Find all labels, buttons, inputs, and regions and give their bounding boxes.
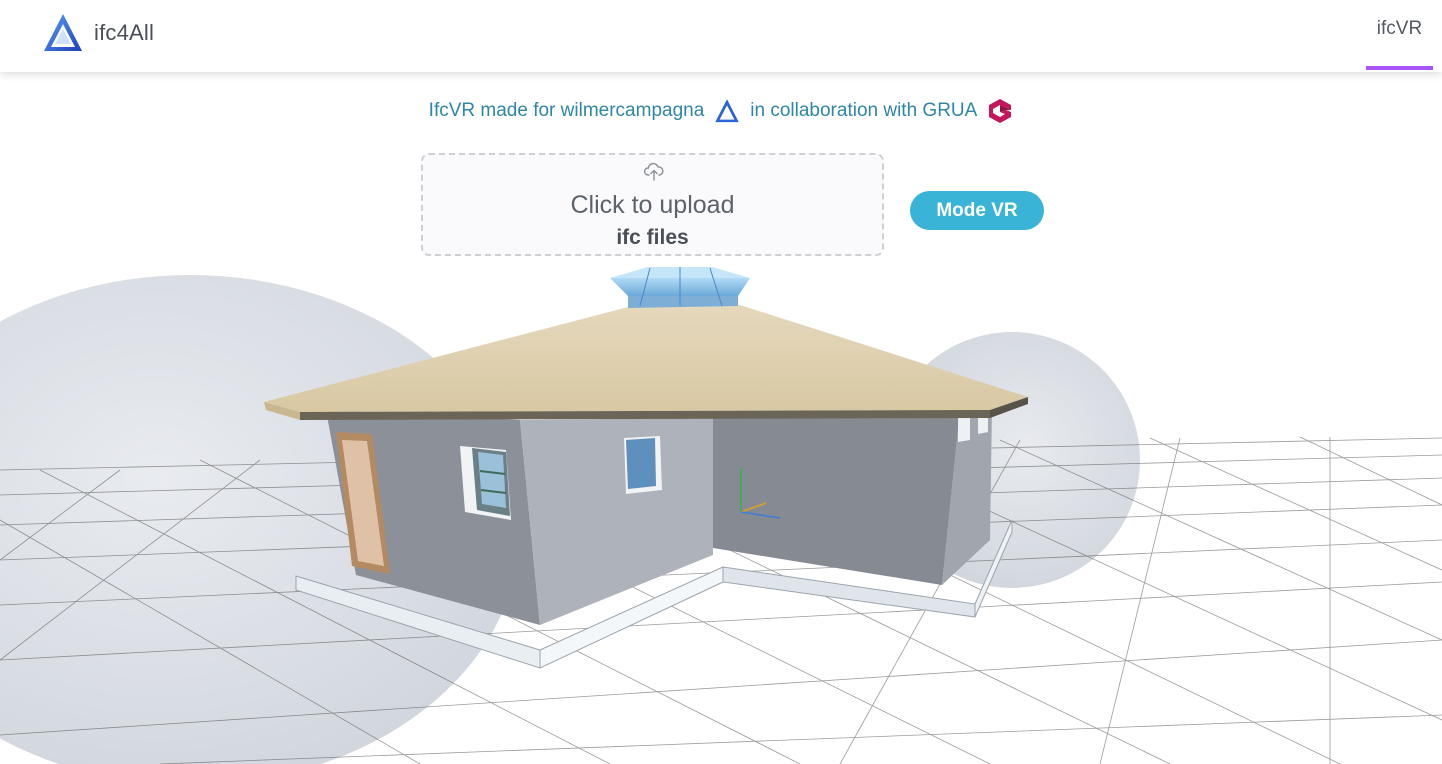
grua-logo-icon[interactable] — [987, 98, 1013, 124]
brand-name: ifc4All — [94, 20, 155, 45]
top-navbar: ifc4All ifcVR — [0, 0, 1442, 72]
upload-subtitle: ifc files — [616, 226, 689, 249]
credits-prefix: IfcVR made for wilmercampagna — [428, 100, 705, 121]
cloud-upload-icon — [644, 162, 664, 181]
credits-line: IfcVR made for wilmercampagna in collabo… — [0, 98, 1442, 124]
window-right — [624, 436, 662, 494]
brand[interactable]: ifc4All — [42, 12, 154, 54]
upload-title: Click to upload — [570, 191, 735, 219]
ifc4all-small-logo-icon[interactable] — [714, 98, 740, 124]
upload-dropzone[interactable]: Click to upload ifc files — [421, 153, 884, 256]
mode-vr-button[interactable]: Mode VR — [910, 191, 1044, 230]
window-left — [460, 446, 511, 520]
skylight — [610, 267, 750, 308]
tab-ifcvr[interactable]: ifcVR — [1366, 0, 1433, 70]
credits-middle: in collaboration with GRUA — [750, 100, 978, 121]
ifc4all-logo-icon — [44, 14, 82, 51]
